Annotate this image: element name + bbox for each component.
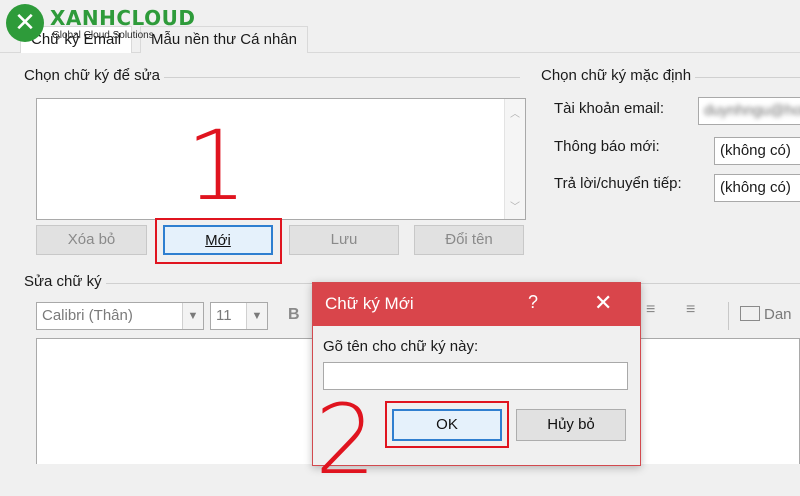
step-1-marker: 1 <box>186 110 248 222</box>
step-2-marker: 2 <box>315 384 377 496</box>
delete-button[interactable]: Xóa bỏ <box>36 225 147 255</box>
business-card-icon <box>740 306 760 321</box>
email-account-value: duynhngu@hotmail.com <box>704 102 800 119</box>
brand-name: XANHCLOUD <box>50 6 196 30</box>
reply-forward-label: Trả lời/chuyển tiếp: <box>554 175 682 192</box>
new-message-select[interactable]: (không có) <box>714 137 800 165</box>
align-right-icon[interactable]: ≡ <box>686 302 706 318</box>
default-signature-title: Chọn chữ ký mặc định <box>537 67 696 84</box>
signature-name-label: Gõ tên cho chữ ký này: <box>323 338 478 355</box>
chevron-down-icon[interactable]: ▼ <box>182 303 203 329</box>
dialog-title-bar: Chữ ký Mới ? ✕ <box>313 283 640 326</box>
new-message-label: Thông báo mới: <box>554 138 660 155</box>
toolbar-divider <box>728 302 729 330</box>
font-size-value: 11 <box>216 307 232 324</box>
save-button[interactable]: Lưu <box>289 225 399 255</box>
edit-signature-title: Sửa chữ ký <box>20 273 106 290</box>
new-button-label: Mới <box>205 232 231 249</box>
signature-name-label-text: Gõ tên cho chữ ký này: <box>323 338 479 355</box>
email-account-label: Tài khoản email: <box>554 100 665 117</box>
business-card-label: Dan <box>764 306 792 323</box>
dialog-title: Chữ ký Mới <box>325 294 414 313</box>
select-signature-title: Chọn chữ ký để sửa <box>20 67 164 84</box>
chevron-down-icon[interactable]: ▼ <box>246 303 267 329</box>
brand-tagline: Global Cloud Solutions <box>52 30 154 41</box>
signature-list[interactable]: ︿ ﹀ <box>36 98 526 220</box>
close-icon[interactable]: ✕ <box>594 290 612 316</box>
cancel-button[interactable]: Hủy bỏ <box>516 409 626 441</box>
font-size-select[interactable]: 11 ▼ <box>210 302 268 330</box>
font-value: Calibri (Thân) <box>42 307 133 324</box>
bold-button[interactable]: B <box>288 306 300 324</box>
reply-forward-select[interactable]: (không có) <box>714 174 800 202</box>
email-account-select[interactable]: duynhngu@hotmail.com <box>698 97 800 125</box>
help-icon[interactable]: ? <box>528 292 538 313</box>
ok-button[interactable]: OK <box>392 409 502 441</box>
rename-button[interactable]: Đổi tên <box>414 225 524 255</box>
business-card-button[interactable]: Dan <box>740 306 792 323</box>
x-logo-icon: ✕ <box>6 4 44 42</box>
list-scrollbar[interactable]: ︿ ﹀ <box>504 99 525 219</box>
new-button[interactable]: Mới <box>163 225 273 255</box>
font-select[interactable]: Calibri (Thân) ▼ <box>36 302 204 330</box>
align-center-icon[interactable]: ≡ <box>646 302 666 318</box>
scroll-up-icon[interactable]: ︿ <box>505 105 525 120</box>
scroll-down-icon[interactable]: ﹀ <box>505 198 525 213</box>
brand-logo: ✕ XANHCLOUD Global Cloud Solutions <box>0 0 210 48</box>
